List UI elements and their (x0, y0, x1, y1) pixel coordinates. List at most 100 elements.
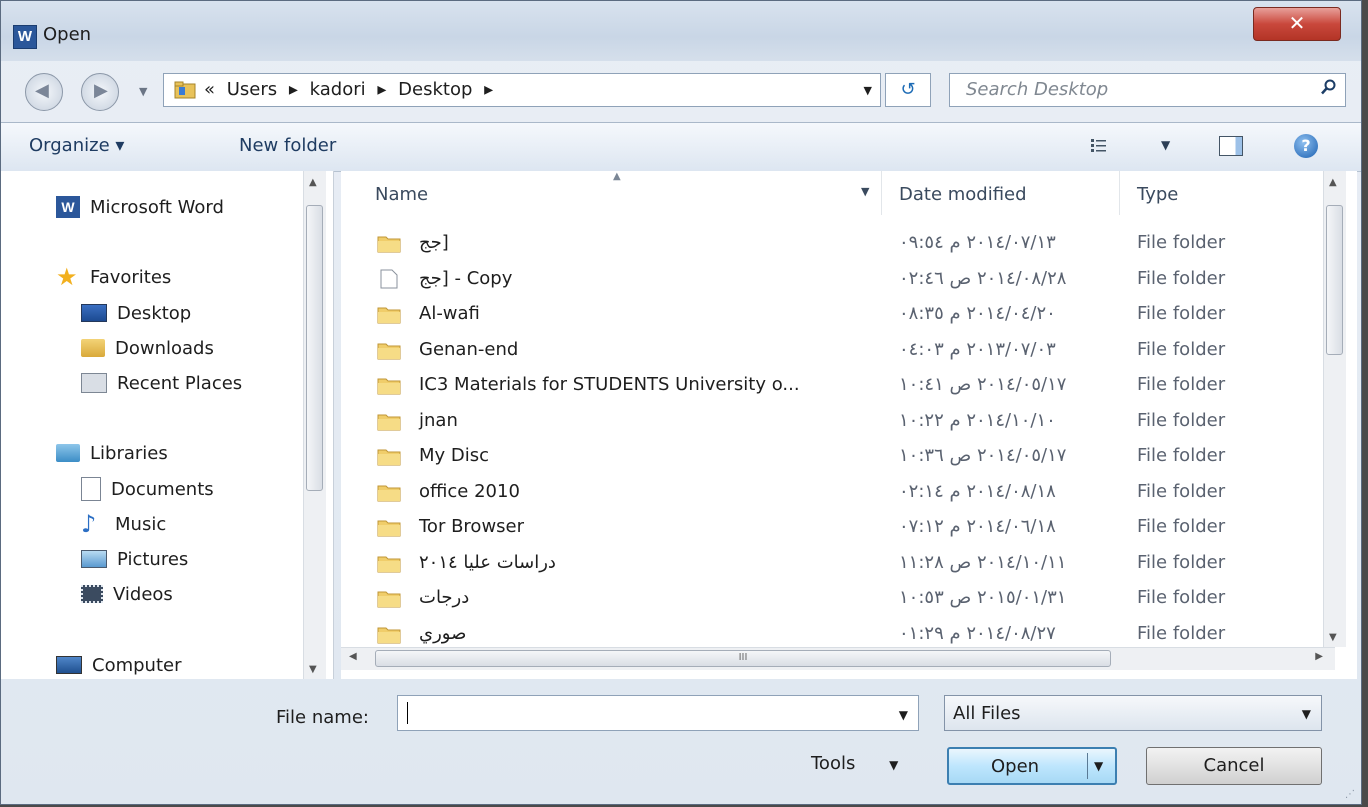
back-button[interactable]: ◀ (25, 73, 63, 111)
computer-icon (56, 656, 82, 674)
table-row[interactable]: Al-wafi ٢٠١٤/٠٤/٢٠ م ٠٨:٣٥ File folder (341, 298, 1321, 332)
forward-button[interactable]: ▶ (81, 73, 119, 111)
scroll-down-icon[interactable]: ▼ (309, 664, 317, 675)
nav-recent-places[interactable]: Recent Places (81, 369, 242, 397)
table-row[interactable]: جج] - Copy ٢٠١٤/٠٨/٢٨ ص ٠٢:٤٦ File folder (341, 263, 1321, 297)
nav-label: Recent Places (117, 372, 243, 394)
table-row[interactable]: jnan ٢٠١٤/١٠/١٠ م ١٠:٢٢ File folder (341, 405, 1321, 439)
file-scroll-thumb[interactable] (1326, 205, 1343, 355)
file-type: File folder (1137, 303, 1226, 324)
file-type-filter[interactable]: All Files ▼ (944, 695, 1322, 731)
nav-favorites[interactable]: ★ Favorites (56, 263, 171, 291)
nav-libraries[interactable]: Libraries (56, 439, 168, 467)
search-box[interactable]: Search Desktop (949, 73, 1346, 107)
open-options-dropdown-icon[interactable]: ▼ (1087, 753, 1103, 779)
word-icon: W (56, 196, 80, 218)
file-name: IC3 Materials for STUDENTS University o.… (419, 374, 800, 395)
recent-places-icon (81, 373, 107, 393)
nav-label: Desktop (117, 302, 192, 324)
date-modified: ٢٠١٤/٠٥/١٧ ص ١٠:٣٦ (899, 445, 1067, 466)
search-icon[interactable] (1321, 79, 1337, 95)
nav-label: Libraries (90, 442, 168, 464)
folder-icon (377, 378, 401, 395)
folder-icon (377, 627, 401, 643)
table-row[interactable]: دراسات عليا ٢٠١٤ ٢٠١٤/١٠/١١ ص ١١:٢٨ File f… (341, 547, 1321, 581)
column-type-label: Type (1137, 184, 1179, 205)
table-row[interactable]: Genan-end ٢٠١٣/٠٧/٠٣ م ٠٤:٠٣ File folder (341, 334, 1321, 368)
nav-music[interactable]: ♪ Music (81, 510, 166, 538)
column-header-name[interactable]: Name ▲ ▼ (341, 171, 882, 215)
file-type: File folder (1137, 267, 1226, 289)
table-row[interactable]: درجات ٢٠١٥/٠١/٣١ ص ١٠:٥٣ File folder (341, 582, 1321, 616)
view-dropdown-icon[interactable]: ▼ (1161, 138, 1170, 152)
sort-ascending-icon: ▲ (613, 171, 621, 182)
close-button[interactable]: ✕ (1253, 7, 1341, 41)
text-caret (407, 702, 408, 724)
nav-downloads[interactable]: Downloads (81, 334, 214, 362)
nav-computer[interactable]: Computer (56, 651, 181, 679)
nav-documents[interactable]: Documents (81, 475, 214, 503)
breadcrumb-separator[interactable]: ▸ (484, 79, 493, 100)
recent-locations-dropdown[interactable]: ▼ (139, 85, 147, 98)
file-type: File folder (1137, 338, 1226, 360)
folder-icon (377, 485, 401, 501)
scroll-up-icon[interactable]: ▲ (1329, 177, 1337, 188)
organize-button[interactable]: Organize ▾ (29, 135, 124, 156)
file-name: Genan-end (419, 338, 519, 360)
scroll-down-icon[interactable]: ▼ (1329, 632, 1337, 643)
file-type: File folder (1137, 409, 1226, 431)
music-icon: ♪ (81, 510, 97, 538)
column-filter-icon[interactable]: ▼ (861, 185, 869, 198)
breadcrumb-users[interactable]: Users (227, 79, 277, 100)
breadcrumb-kadori[interactable]: kadori (310, 79, 366, 100)
file-name-input[interactable]: ▼ (397, 695, 919, 731)
nav-microsoft-word[interactable]: W Microsoft Word (56, 193, 224, 221)
file-name: Al-wafi (419, 303, 480, 324)
table-row[interactable]: جج] ٢٠١٤/٠٧/١٣ م ٠٩:٥٤ File folder (341, 227, 1321, 261)
nav-scroll-thumb[interactable] (306, 205, 323, 491)
star-icon: ★ (56, 263, 78, 291)
nav-videos[interactable]: Videos (81, 580, 173, 608)
nav-scrollbar[interactable]: ▲ ▼ (303, 171, 326, 679)
breadcrumb-overflow[interactable]: « (204, 79, 215, 100)
nav-desktop[interactable]: Desktop (81, 299, 191, 327)
scroll-left-icon[interactable]: ◀ (349, 651, 357, 662)
pictures-icon (81, 550, 107, 568)
open-button[interactable]: Open ▼ (947, 747, 1117, 785)
breadcrumb-separator[interactable]: ▸ (289, 79, 298, 100)
refresh-button[interactable]: ↺ (885, 73, 931, 107)
breadcrumb-separator[interactable]: ▸ (377, 79, 386, 100)
date-modified: ٢٠١٣/٠٧/٠٣ م ٠٤:٠٣ (899, 338, 1056, 360)
file-scrollbar[interactable]: ▲ ▼ (1323, 171, 1346, 647)
help-icon[interactable]: ? (1294, 134, 1318, 158)
file-type-filter-label: All Files (953, 703, 1021, 724)
table-row[interactable]: My Disc ٢٠١٤/٠٥/١٧ ص ١٠:٣٦ File folder (341, 440, 1321, 474)
search-placeholder[interactable]: Search Desktop (966, 79, 1108, 100)
scroll-right-icon[interactable]: ▶ (1315, 651, 1323, 662)
table-row[interactable]: IC3 Materials for STUDENTS University o.… (341, 369, 1321, 403)
file-name-dropdown-icon[interactable]: ▼ (899, 708, 908, 722)
column-header-date[interactable]: Date modified (899, 171, 1120, 215)
nav-pictures[interactable]: Pictures (81, 545, 188, 573)
horizontal-scrollbar[interactable]: ◀ III ▶ (341, 647, 1335, 670)
table-row[interactable]: Tor Browser ٢٠١٤/٠٦/١٨ م ٠٧:١٢ File folder (341, 511, 1321, 545)
command-bar: Organize ▾ New folder ▼ ? (1, 122, 1361, 172)
new-folder-button[interactable]: New folder (239, 135, 336, 156)
file-type: File folder (1137, 622, 1226, 644)
tools-menu[interactable]: Tools ▼ (811, 753, 898, 774)
preview-pane-icon[interactable] (1219, 136, 1243, 156)
address-dropdown-icon[interactable]: ▼ (864, 84, 872, 97)
address-bar[interactable]: « Users ▸ kadori ▸ Desktop ▸ ▼ (163, 73, 881, 107)
cancel-button[interactable]: Cancel (1146, 747, 1322, 785)
folder-icon (377, 236, 401, 253)
column-header-type[interactable]: Type (1137, 171, 1317, 215)
resize-grip-icon[interactable]: ⋰ (1345, 789, 1355, 800)
nav-label: Microsoft Word (90, 196, 224, 218)
view-options-icon[interactable] (1090, 138, 1108, 154)
breadcrumb-desktop[interactable]: Desktop (398, 79, 472, 100)
table-row[interactable]: office 2010 ٢٠١٤/٠٨/١٨ م ٠٢:١٤ File folder (341, 476, 1321, 510)
tools-dropdown-icon[interactable]: ▼ (889, 758, 898, 772)
filter-dropdown-icon[interactable]: ▼ (1302, 707, 1311, 721)
horizontal-scroll-thumb[interactable]: III (375, 650, 1111, 667)
scroll-up-icon[interactable]: ▲ (309, 177, 317, 188)
